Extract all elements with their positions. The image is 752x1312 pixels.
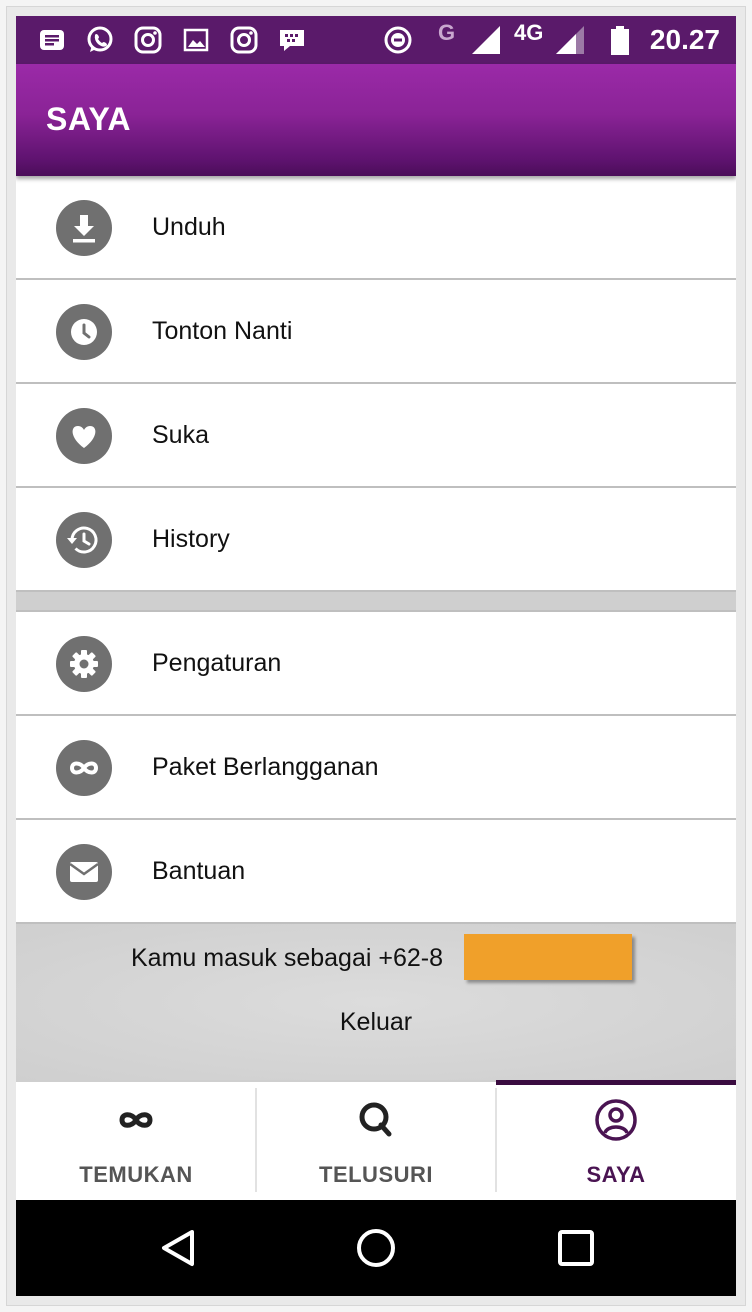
home-icon[interactable] bbox=[352, 1224, 400, 1272]
menu-item-label: History bbox=[152, 525, 230, 553]
menu-item-suka[interactable]: Suka bbox=[16, 384, 736, 488]
tab-label: SAYA bbox=[586, 1162, 646, 1187]
instagram-icon bbox=[134, 26, 162, 54]
menu-item-history[interactable]: History bbox=[16, 488, 736, 592]
redaction-patch bbox=[464, 934, 632, 980]
history-icon bbox=[56, 512, 112, 568]
signal-icon bbox=[556, 26, 584, 54]
notes-icon bbox=[40, 30, 64, 50]
status-bar: G 4G 20.27 bbox=[16, 16, 736, 64]
network-g-label: G bbox=[438, 20, 456, 45]
search-icon bbox=[359, 1102, 392, 1137]
logged-in-text: Kamu masuk sebagai +62-8 bbox=[131, 944, 443, 972]
logout-button[interactable]: Keluar bbox=[16, 1008, 736, 1037]
menu-item-label: Bantuan bbox=[152, 857, 246, 885]
data-saver-icon bbox=[384, 26, 412, 54]
menu-item-paket-berlangganan[interactable]: Paket Berlangganan bbox=[16, 716, 736, 820]
status-time: 20.27 bbox=[649, 24, 720, 55]
recents-icon[interactable] bbox=[552, 1224, 600, 1272]
instagram-icon bbox=[230, 26, 258, 54]
battery-icon bbox=[611, 26, 629, 55]
tab-label: TEMUKAN bbox=[79, 1162, 193, 1187]
menu-item-label: Paket Berlangganan bbox=[152, 753, 379, 781]
tab-label: TELUSURI bbox=[319, 1162, 433, 1187]
gallery-icon bbox=[183, 28, 209, 52]
network-4g-label: 4G bbox=[514, 20, 544, 45]
system-nav-bar bbox=[16, 1200, 736, 1296]
menu-item-label: Pengaturan bbox=[152, 649, 282, 677]
page-title: SAYA bbox=[46, 101, 132, 137]
infinity-icon bbox=[56, 740, 112, 796]
signal-icon bbox=[472, 26, 500, 54]
tab-temukan[interactable]: TEMUKAN bbox=[16, 1082, 256, 1200]
whatsapp-icon bbox=[87, 26, 113, 52]
gear-icon bbox=[56, 636, 112, 692]
download-icon bbox=[56, 200, 112, 256]
clock-icon bbox=[56, 304, 112, 360]
active-tab-indicator bbox=[496, 1080, 736, 1085]
section-divider bbox=[16, 592, 736, 612]
back-icon[interactable] bbox=[154, 1224, 202, 1272]
mail-icon bbox=[56, 844, 112, 900]
menu-item-label: Tonton Nanti bbox=[152, 317, 293, 345]
menu-item-tonton-nanti[interactable]: Tonton Nanti bbox=[16, 280, 736, 384]
menu-item-unduh[interactable]: Unduh bbox=[16, 176, 736, 280]
menu-item-pengaturan[interactable]: Pengaturan bbox=[16, 612, 736, 716]
app-bar: SAYA bbox=[16, 64, 736, 176]
menu-item-label: Unduh bbox=[152, 213, 226, 241]
profile-icon bbox=[595, 1099, 637, 1141]
bbm-icon bbox=[280, 30, 304, 51]
phone-screen: G 4G 20.27 SAYA Unduh Tonton Nanti Suka … bbox=[16, 16, 736, 1296]
heart-icon bbox=[56, 408, 112, 464]
infinity-icon bbox=[119, 1112, 153, 1128]
bottom-nav: TEMUKAN TELUSURI SAYA bbox=[16, 1080, 736, 1200]
tab-telusuri[interactable]: TELUSURI bbox=[256, 1082, 496, 1200]
menu-item-bantuan[interactable]: Bantuan bbox=[16, 820, 736, 924]
tab-saya[interactable]: SAYA bbox=[496, 1082, 736, 1200]
menu-item-label: Suka bbox=[152, 421, 209, 449]
